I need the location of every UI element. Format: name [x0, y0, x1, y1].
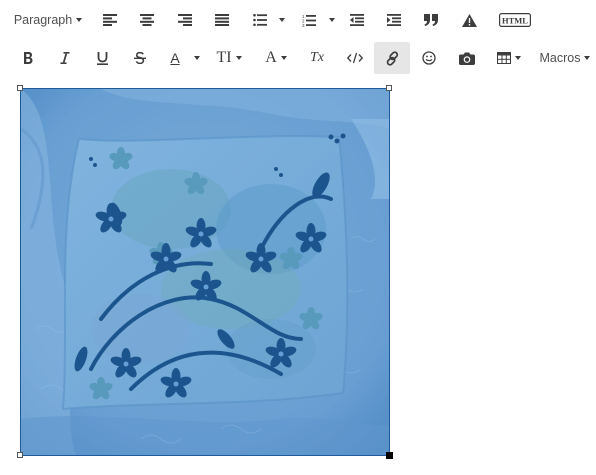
numbered-list-options-button[interactable]: [325, 0, 339, 40]
chevron-down-icon: [329, 18, 335, 22]
numbered-list-icon: 123: [302, 14, 316, 27]
italic-button[interactable]: [53, 38, 77, 78]
resize-handle-top-left[interactable]: [17, 85, 23, 91]
chevron-down-icon: [235, 56, 242, 60]
text-color-options-button[interactable]: [190, 38, 204, 78]
font-family-letter: A: [265, 49, 277, 66]
underline-button[interactable]: [90, 38, 114, 78]
align-left-button[interactable]: [98, 0, 122, 40]
warning-icon: [461, 13, 477, 27]
clear-format-button[interactable]: Tx: [305, 38, 329, 78]
svg-text:3: 3: [302, 23, 305, 27]
bullet-list-icon: [253, 14, 267, 26]
bold-icon: [24, 52, 33, 64]
alert-button[interactable]: [457, 0, 481, 40]
chevron-down-icon: [76, 18, 83, 22]
strikethrough-button[interactable]: [128, 38, 152, 78]
toolbar-row-1: Paragraph 123 HTML: [0, 0, 596, 40]
code-icon: [347, 52, 363, 64]
italic-icon: [60, 52, 70, 64]
chevron-down-icon: [279, 18, 285, 22]
macros-label: Macros: [539, 51, 581, 65]
align-right-button[interactable]: [173, 0, 197, 40]
resize-handle-top-right[interactable]: [386, 85, 392, 91]
pillow-photo: [21, 89, 389, 455]
align-left-icon: [103, 14, 117, 26]
quote-icon: [424, 14, 438, 26]
numbered-list-button[interactable]: 123: [297, 0, 321, 40]
insert-table-button[interactable]: [494, 38, 524, 78]
bullet-list-button[interactable]: [248, 0, 272, 40]
outdent-icon: [350, 14, 364, 26]
camera-icon: [459, 52, 475, 65]
link-icon: [386, 50, 398, 66]
align-center-button[interactable]: [135, 0, 159, 40]
text-color-button[interactable]: A: [163, 38, 187, 78]
table-icon: [497, 52, 511, 64]
chevron-down-icon: [194, 56, 200, 60]
align-right-icon: [178, 14, 192, 26]
resize-handle-bottom-right[interactable]: [386, 452, 393, 459]
font-size-button[interactable]: TI: [212, 38, 246, 78]
html-label: HTML: [502, 15, 528, 25]
indent-button[interactable]: [382, 0, 406, 40]
smiley-icon: [422, 51, 436, 65]
chevron-down-icon: [584, 56, 591, 60]
chevron-down-icon: [280, 56, 287, 60]
selected-image[interactable]: [20, 88, 390, 456]
blockquote-button[interactable]: [419, 0, 443, 40]
font-size-letter: TI: [216, 49, 232, 66]
underline-icon: [96, 51, 108, 65]
insert-image-button[interactable]: [454, 38, 480, 78]
html-button[interactable]: HTML: [495, 0, 535, 40]
paragraph-format-dropdown[interactable]: Paragraph: [10, 0, 86, 40]
indent-icon: [387, 14, 401, 26]
bullet-list-options-button[interactable]: [275, 0, 289, 40]
bold-button[interactable]: [16, 38, 40, 78]
text-color-letter: A: [170, 50, 180, 66]
font-family-button[interactable]: A: [259, 38, 293, 78]
editor-content-area[interactable]: [17, 85, 393, 459]
resize-handle-bottom-left[interactable]: [17, 452, 23, 458]
clear-format-letter: Tx: [310, 50, 324, 65]
code-button[interactable]: [342, 38, 368, 78]
toolbar-row-2: A TI A Tx Macros: [0, 38, 596, 78]
link-button[interactable]: [374, 42, 410, 74]
html-icon: HTML: [499, 13, 531, 27]
align-justify-icon: [215, 14, 229, 26]
strikethrough-icon: [134, 52, 146, 64]
chevron-down-icon: [515, 56, 521, 60]
outdent-button[interactable]: [345, 0, 369, 40]
align-justify-button[interactable]: [210, 0, 234, 40]
emoji-button[interactable]: [417, 38, 441, 78]
macros-dropdown[interactable]: Macros: [538, 38, 592, 78]
paragraph-format-label: Paragraph: [13, 13, 73, 27]
align-center-icon: [140, 14, 154, 26]
